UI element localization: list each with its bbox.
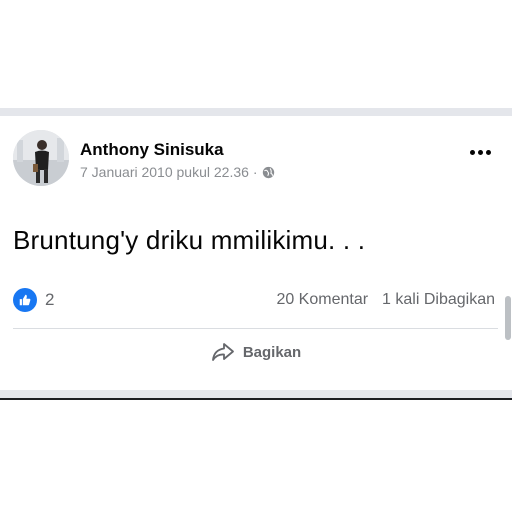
more-options-button[interactable]	[470, 146, 494, 158]
avatar-photo	[13, 130, 69, 186]
author-name[interactable]: Anthony Sinisuka	[80, 140, 224, 160]
scrollbar[interactable]	[505, 296, 511, 340]
comment-count[interactable]: 20 Komentar	[276, 291, 368, 309]
share-arrow-icon	[211, 343, 234, 361]
share-label: Bagikan	[242, 343, 302, 361]
reaction-count: 2	[45, 290, 55, 309]
post-text: Bruntung'y driku mmilikimu. . .	[13, 225, 366, 255]
more-dot-icon	[470, 149, 475, 155]
action-divider	[13, 328, 498, 329]
engagement-counts: 20 Komentar 1 kali Dibagikan	[276, 291, 495, 309]
reactions-summary[interactable]: 2	[13, 288, 54, 312]
more-dot-icon	[486, 149, 491, 155]
post-meta: 7 Januari 2010 pukul 22.36 ·	[80, 164, 275, 180]
share-count[interactable]: 1 kali Dibagikan	[382, 291, 495, 309]
bottom-border	[0, 398, 512, 400]
avatar[interactable]	[13, 130, 69, 186]
bottom-divider	[0, 390, 512, 398]
post-card: Anthony Sinisuka 7 Januari 2010 pukul 22…	[0, 116, 512, 390]
share-button[interactable]: Bagikan	[0, 342, 512, 362]
like-icon	[13, 288, 37, 312]
more-dot-icon	[478, 149, 483, 155]
meta-separator: ·	[252, 164, 258, 180]
timestamp[interactable]: 7 Januari 2010 pukul 22.36	[80, 164, 249, 180]
globe-icon	[262, 166, 274, 178]
top-divider	[0, 108, 512, 116]
